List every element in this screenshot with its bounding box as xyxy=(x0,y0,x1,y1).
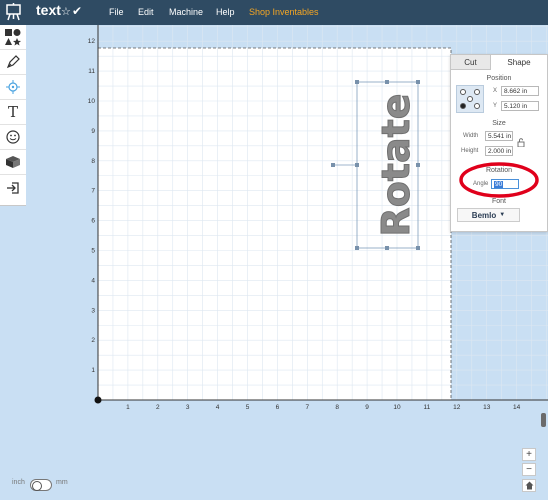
anchor-bottom-right[interactable] xyxy=(474,103,480,109)
lock-ratio-icon[interactable] xyxy=(517,138,525,147)
shapes-tool[interactable] xyxy=(0,25,26,50)
pen-icon xyxy=(6,55,20,69)
x-tick-label: 13 xyxy=(483,404,491,411)
rotated-text: Rotate xyxy=(374,93,418,236)
y-tick-label: 3 xyxy=(91,307,95,314)
height-label: Height xyxy=(461,148,479,154)
target-tool[interactable] xyxy=(0,75,26,100)
x-tick-label: 2 xyxy=(156,404,160,411)
x-tick-label: 6 xyxy=(276,404,280,411)
height-field[interactable]: 2.000 in xyxy=(485,146,513,156)
x-tick-label: 8 xyxy=(335,404,339,411)
y-tick-label: 2 xyxy=(91,337,95,344)
width-field[interactable]: 5.541 in xyxy=(485,131,513,141)
menu-file[interactable]: File xyxy=(109,7,124,17)
anchor-bottom-left[interactable] xyxy=(460,103,466,109)
shapes-icon xyxy=(5,29,21,46)
x-tick-labels: 1 2 3 4 5 6 7 8 9 10 11 12 13 14 xyxy=(126,404,521,411)
import-icon xyxy=(7,181,19,194)
toggle-knob xyxy=(32,481,42,491)
unit-inch-label: inch xyxy=(12,479,25,486)
font-dropdown[interactable]: Bemlo ▼ xyxy=(457,208,520,222)
x-tick-label: 12 xyxy=(453,404,461,411)
saved-check-icon: ✔ xyxy=(72,4,83,18)
menu-edit[interactable]: Edit xyxy=(138,7,154,17)
x-tick-label: 1 xyxy=(126,404,130,411)
zoom-out-button[interactable]: − xyxy=(522,463,536,476)
anchor-selector xyxy=(456,85,484,113)
y-tick-label: 6 xyxy=(91,218,95,225)
x-tick-label: 5 xyxy=(246,404,250,411)
x-tick-label: 11 xyxy=(424,404,431,411)
box-tool[interactable] xyxy=(0,150,26,175)
text-tool[interactable]: T xyxy=(0,100,26,125)
size-title: Size xyxy=(492,120,506,127)
easel-logo-icon[interactable] xyxy=(5,3,22,21)
import-tool[interactable] xyxy=(0,175,26,200)
y-position-field[interactable]: 5.120 in xyxy=(501,101,539,111)
origin-dot xyxy=(94,396,102,404)
top-bar: text ☆ ✔ File Edit Machine Help Shop Inv… xyxy=(0,0,548,25)
home-button[interactable] xyxy=(522,479,536,492)
y-tick-label: 10 xyxy=(88,98,96,105)
y-tick-labels: 12 11 10 9 8 7 6 5 4 3 2 1 xyxy=(88,38,96,374)
menu-help[interactable]: Help xyxy=(216,7,235,17)
y-tick-label: 12 xyxy=(88,38,96,45)
anchor-top-right[interactable] xyxy=(474,89,480,95)
x-tick-label: 3 xyxy=(186,404,190,411)
x-position-field[interactable]: 8.662 in xyxy=(501,86,539,96)
x-tick-label: 9 xyxy=(365,404,369,411)
y-tick-label: 1 xyxy=(91,367,95,374)
position-title: Position xyxy=(486,75,512,82)
tab-shape[interactable]: Shape xyxy=(491,55,547,70)
y-tick-label: 11 xyxy=(88,68,95,75)
annotation-ellipse xyxy=(459,162,539,198)
shape-properties-panel: Cut Shape Position X 8.662 in Y 5.120 in… xyxy=(450,54,548,232)
y-tick-label: 7 xyxy=(91,188,95,195)
favorite-star-icon[interactable]: ☆ xyxy=(61,5,71,18)
y-tick-label: 8 xyxy=(91,158,95,165)
document-title[interactable]: text xyxy=(36,2,61,18)
x-tick-label: 14 xyxy=(513,404,521,411)
scrollbar-thumb[interactable] xyxy=(541,413,546,427)
text-tool-icon: T xyxy=(7,103,18,121)
y-tick-label: 5 xyxy=(91,248,95,255)
y-tick-label: 9 xyxy=(91,128,95,135)
x-tick-label: 10 xyxy=(393,404,401,411)
menu-machine[interactable]: Machine xyxy=(169,7,203,17)
x-label: X xyxy=(493,88,498,94)
font-value: Bemlo xyxy=(471,210,497,220)
x-tick-label: 4 xyxy=(216,404,220,411)
unit-mm-label: mm xyxy=(56,479,68,486)
y-tick-label: 4 xyxy=(91,277,95,284)
zoom-in-button[interactable]: + xyxy=(522,448,536,461)
x-tick-label: 7 xyxy=(305,404,309,411)
unit-toggle[interactable] xyxy=(30,479,52,491)
target-icon xyxy=(6,80,20,94)
menu-shop-inventables[interactable]: Shop Inventables xyxy=(249,7,319,17)
home-icon xyxy=(525,481,533,490)
anchor-top-left[interactable] xyxy=(460,89,466,95)
emoji-icon xyxy=(6,130,20,144)
box-icon xyxy=(6,156,20,168)
tab-cut[interactable]: Cut xyxy=(451,55,491,70)
width-label: Width xyxy=(463,133,479,139)
left-toolbar: T xyxy=(0,25,27,206)
emoji-tool[interactable] xyxy=(0,125,26,150)
anchor-center[interactable] xyxy=(467,96,473,102)
pen-tool[interactable] xyxy=(0,50,26,75)
caret-down-icon: ▼ xyxy=(499,212,506,218)
y-label: Y xyxy=(493,103,498,109)
